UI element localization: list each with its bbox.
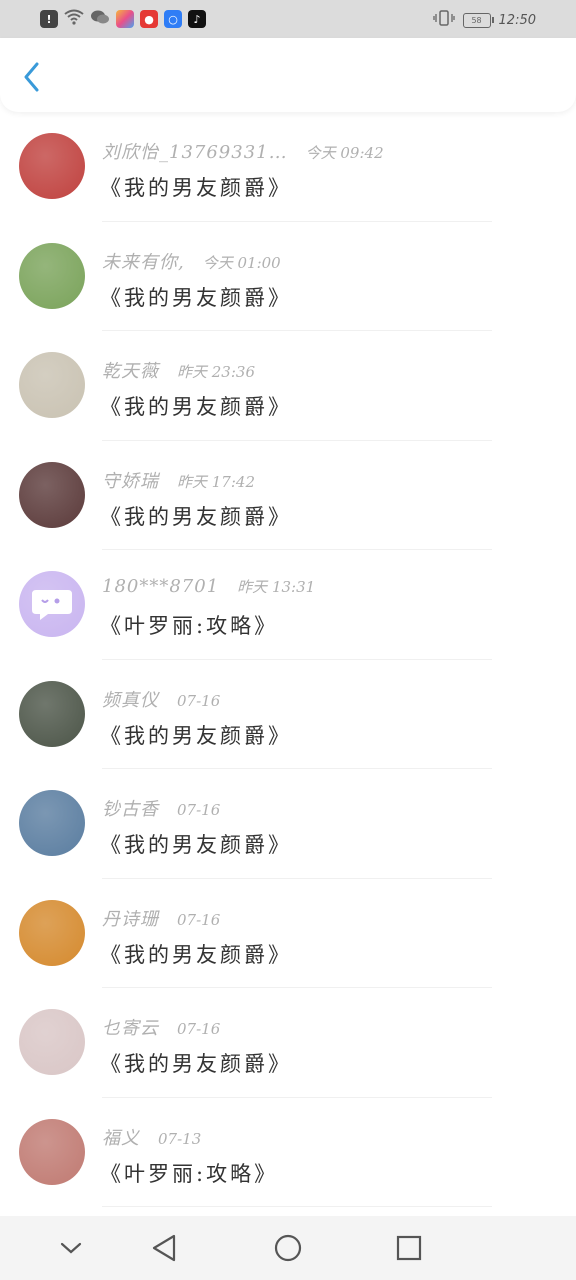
- avatar: [19, 790, 85, 856]
- avatar: [19, 461, 85, 528]
- message-preview: 《我的男友颜爵》: [100, 723, 292, 748]
- avatar: [19, 1118, 85, 1185]
- avatar: [19, 133, 85, 199]
- wifi-icon: [64, 9, 84, 29]
- recent-square-icon: [396, 1235, 422, 1261]
- status-icons-right: 58 12:50: [432, 10, 536, 30]
- message-time: 07-16: [177, 691, 221, 710]
- avatar: [19, 680, 85, 747]
- sender-name: 守娇瑞: [102, 470, 159, 492]
- message-preview: 《叶罗丽:攻略》: [100, 1161, 279, 1186]
- list-item[interactable]: 钞古香 07-16 《我的男友颜爵》: [0, 769, 576, 879]
- sender-name: 未来有你,: [102, 251, 185, 273]
- tiktok-icon: ♪: [188, 10, 206, 28]
- chevron-down-icon: [60, 1242, 82, 1254]
- list-item[interactable]: 乾天薇 昨天 23:36 《我的男友颜爵》: [0, 331, 576, 441]
- message-list: 刘欣怡_13769331… 今天 09:42 《我的男友颜爵》 未来有你, 今天…: [0, 112, 576, 1207]
- message-preview: 《叶罗丽:攻略》: [100, 614, 279, 638]
- message-time: 今天 09:42: [305, 144, 384, 162]
- list-item[interactable]: 180***8701 昨天 13:31 《叶罗丽:攻略》: [0, 550, 576, 660]
- back-button[interactable]: [16, 62, 46, 92]
- message-preview: 《我的男友颜爵》: [100, 833, 292, 857]
- home-circle-icon: [274, 1234, 302, 1262]
- alert-icon: !: [40, 10, 58, 28]
- list-item[interactable]: 未来有你, 今天 01:00 《我的男友颜爵》: [0, 222, 576, 331]
- message-preview: 《我的男友颜爵》: [100, 395, 292, 419]
- sender-name: 乜寄云: [102, 1018, 159, 1039]
- avatar: [19, 899, 85, 966]
- sender-name: 福义: [102, 1127, 140, 1149]
- nav-back-button[interactable]: [146, 1230, 182, 1266]
- sender-name: 刘欣怡_13769331…: [102, 142, 288, 163]
- status-time: 12:50: [498, 12, 536, 28]
- list-item[interactable]: 守娇瑞 昨天 17:42 《我的男友颜爵》: [0, 441, 576, 550]
- message-time: 07-16: [177, 910, 221, 929]
- header: [0, 38, 576, 112]
- avatar: [19, 1009, 85, 1075]
- sender-name: 频真仪: [102, 689, 159, 711]
- chat-bubble-icon: [32, 590, 72, 620]
- list-item[interactable]: 丹诗珊 07-16 《我的男友颜爵》: [0, 879, 576, 988]
- avatar: [19, 352, 85, 418]
- message-preview: 《我的男友颜爵》: [100, 176, 292, 200]
- message-preview: 《我的男友颜爵》: [100, 285, 292, 310]
- message-time: 昨天 17:42: [177, 472, 255, 491]
- status-bar: ! ● ○ ♪ 58 12:50: [0, 0, 576, 38]
- message-time: 07-16: [177, 1020, 221, 1038]
- divider: [102, 1206, 492, 1207]
- message-preview: 《我的男友颜爵》: [100, 504, 292, 529]
- list-item[interactable]: 刘欣怡_13769331… 今天 09:42 《我的男友颜爵》: [0, 112, 576, 222]
- wechat-icon: [90, 9, 110, 29]
- app-icon-3: ○: [164, 10, 182, 28]
- avatar: [19, 242, 85, 309]
- chevron-left-icon: [24, 62, 39, 92]
- vibrate-icon: [432, 10, 455, 30]
- avatar: [19, 571, 85, 637]
- nav-recent-button[interactable]: [391, 1230, 427, 1266]
- nav-collapse-button[interactable]: [53, 1230, 89, 1266]
- nav-home-button[interactable]: [270, 1230, 306, 1266]
- sender-name: 钞古香: [102, 799, 159, 820]
- status-icons-left: ! ● ○ ♪: [40, 9, 206, 29]
- message-time: 昨天 13:31: [237, 578, 316, 596]
- message-preview: 《我的男友颜爵》: [100, 942, 292, 967]
- sender-name: 180***8701: [102, 576, 220, 597]
- list-item[interactable]: 频真仪 07-16 《我的男友颜爵》: [0, 660, 576, 769]
- app-icon-2: ●: [140, 10, 158, 28]
- message-time: 07-16: [177, 801, 221, 819]
- message-time: 07-13: [158, 1129, 202, 1148]
- message-time: 昨天 23:36: [177, 363, 255, 381]
- list-item[interactable]: 乜寄云 07-16 《我的男友颜爵》: [0, 988, 576, 1098]
- list-item[interactable]: 福义 07-13 《叶罗丽:攻略》: [0, 1098, 576, 1207]
- message-time: 今天 01:00: [202, 253, 281, 272]
- battery-icon: 58: [462, 12, 494, 28]
- system-navbar: [0, 1216, 576, 1280]
- app-icon-1: [116, 10, 134, 28]
- message-preview: 《我的男友颜爵》: [100, 1052, 292, 1076]
- back-triangle-icon: [152, 1234, 176, 1262]
- sender-name: 丹诗珊: [102, 908, 159, 930]
- sender-name: 乾天薇: [102, 361, 159, 382]
